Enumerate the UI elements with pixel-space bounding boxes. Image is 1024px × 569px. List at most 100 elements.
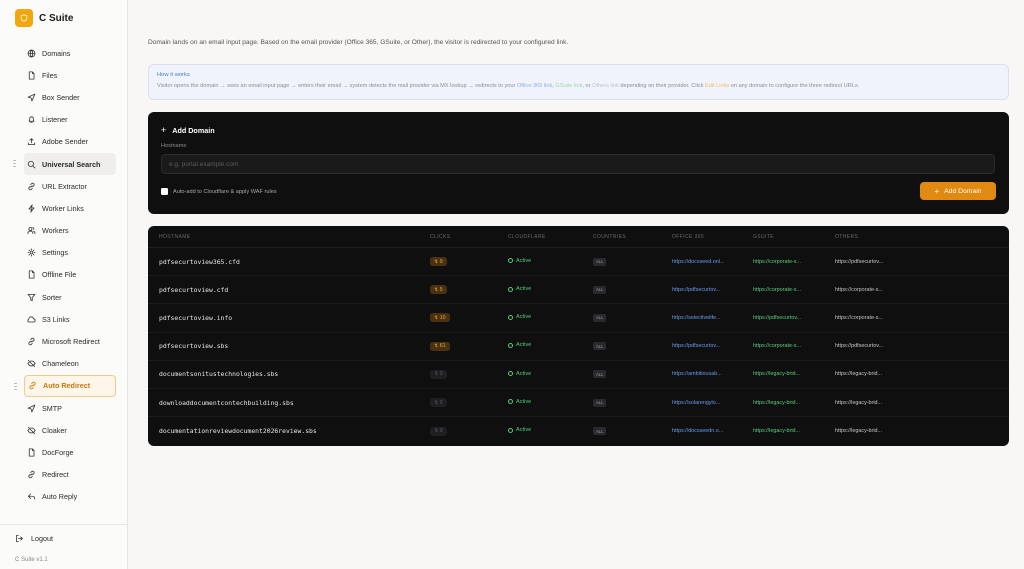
cloudflare-status: Active bbox=[508, 371, 531, 377]
cloudflare-status: Active bbox=[508, 286, 531, 292]
office365-link[interactable]: https://pdfsecurtov... bbox=[672, 343, 720, 349]
add-domain-title: Add Domain bbox=[172, 125, 215, 135]
clicks-badge: ↯ 9 bbox=[430, 257, 447, 267]
countries-badge: ALL bbox=[593, 257, 607, 266]
table-row[interactable]: pdfsecurtoview.info ↯ 10 Active ALL https://… bbox=[148, 304, 1009, 333]
sidebar-item-auto-reply[interactable]: Auto Reply bbox=[24, 486, 116, 508]
cloudflare-option[interactable]: Auto-add to Cloudflare & apply WAF rules bbox=[161, 188, 277, 195]
app-title: C Suite bbox=[39, 12, 74, 24]
others-link[interactable]: https://pdfsecurtov... bbox=[835, 259, 883, 265]
hostname-cell: pdfsecurtoview.sbs bbox=[159, 342, 229, 351]
others-link[interactable]: https://corporate-s... bbox=[835, 287, 883, 293]
drag-handle-icon[interactable] bbox=[14, 382, 17, 391]
status-dot-icon bbox=[508, 399, 513, 405]
others-link[interactable]: https://pdfsecurtov... bbox=[835, 343, 883, 349]
sidebar-item-auto-redirect[interactable]: Auto Redirect bbox=[14, 374, 116, 397]
office365-link[interactable]: https://pdfsecurtov... bbox=[672, 287, 720, 293]
file-icon bbox=[27, 448, 36, 457]
table-header: HOSTNAME CLICKS CLOUDFLARE COUNTRIES OFF… bbox=[148, 226, 1009, 248]
sidebar-item-label: SMTP bbox=[42, 403, 62, 413]
gsuite-link[interactable]: https://corporate-s... bbox=[753, 343, 801, 349]
sidebar-item-files[interactable]: Files bbox=[24, 64, 116, 86]
sidebar-item-label: Chameleon bbox=[42, 359, 79, 369]
header-countries: COUNTRIES bbox=[593, 233, 627, 240]
reply-icon bbox=[27, 492, 36, 501]
add-domain-button[interactable]: + Add Domain bbox=[920, 182, 996, 200]
clicks-badge: ↯ 5 bbox=[430, 285, 447, 295]
sidebar-item-label: Microsoft Redirect bbox=[42, 337, 100, 347]
plus-icon: + bbox=[934, 186, 940, 196]
sidebar-item-settings[interactable]: Settings bbox=[24, 242, 116, 264]
cloudflare-checkbox[interactable] bbox=[161, 188, 168, 195]
sidebar-item-universal-search[interactable]: Universal Search bbox=[13, 152, 116, 176]
sidebar-item-smtp[interactable]: SMTP bbox=[24, 397, 116, 419]
sidebar-item-cloaker[interactable]: Cloaker bbox=[24, 419, 116, 441]
countries-badge: ALL bbox=[593, 370, 607, 379]
sidebar-item-microsoft-redirect[interactable]: Microsoft Redirect bbox=[24, 330, 116, 352]
link-icon bbox=[27, 470, 36, 479]
table-row[interactable]: downloaddocumentcontechbuilding.sbs ↯ 0 Ac… bbox=[148, 389, 1009, 418]
gsuite-link[interactable]: https://pdfsecurtov... bbox=[753, 315, 801, 321]
sidebar-item-box-sender[interactable]: Box Sender bbox=[24, 86, 116, 108]
drag-handle-icon[interactable] bbox=[13, 159, 16, 168]
office365-link[interactable]: https://selectivelife... bbox=[672, 315, 721, 321]
sidebar-item-label: Sorter bbox=[42, 292, 62, 302]
table-row[interactable]: documentationreviewdocument2026review.sb… bbox=[148, 417, 1009, 445]
sidebar-item-sorter[interactable]: Sorter bbox=[24, 286, 116, 308]
sidebar-item-url-extractor[interactable]: URL Extractor bbox=[24, 175, 116, 197]
hostname-input[interactable] bbox=[161, 154, 995, 174]
domains-table: HOSTNAME CLICKS CLOUDFLARE COUNTRIES OFF… bbox=[148, 226, 1009, 446]
logout-button[interactable]: Logout bbox=[15, 534, 53, 543]
search-icon bbox=[27, 160, 36, 169]
sidebar-item-listener[interactable]: Listener bbox=[24, 109, 116, 131]
others-link[interactable]: https://legacy-brid... bbox=[835, 428, 882, 434]
clicks-value: 61 bbox=[439, 343, 446, 350]
others-link[interactable]: https://legacy-brid... bbox=[835, 400, 882, 406]
gsuite-link[interactable]: https://legacy-brid... bbox=[753, 428, 800, 434]
sidebar-item-label: URL Extractor bbox=[42, 181, 87, 191]
gsuite-link[interactable]: https://legacy-brid... bbox=[753, 371, 800, 377]
table-row[interactable]: pdfsecurtoview.sbs ↯ 61 Active ALL https://p… bbox=[148, 333, 1009, 361]
countries-badge: ALL bbox=[593, 427, 607, 436]
sidebar-item-label: Auto Reply bbox=[42, 492, 78, 502]
gsuite-link[interactable]: https://corporate-s... bbox=[753, 259, 801, 265]
sidebar-item-label: Adobe Sender bbox=[42, 137, 88, 147]
add-domain-button-label: Add Domain bbox=[944, 187, 982, 195]
clicks-value: 0 bbox=[439, 399, 443, 406]
office365-link[interactable]: https://docsseedn.o... bbox=[672, 428, 723, 434]
sidebar-item-docforge[interactable]: DocForge bbox=[24, 441, 116, 463]
sidebar-item-s3-links[interactable]: S3 Links bbox=[24, 308, 116, 330]
clicks-badge: ↯ 0 bbox=[430, 369, 447, 379]
sidebar-item-redirect[interactable]: Redirect bbox=[24, 464, 116, 486]
sidebar-item-worker-links[interactable]: Worker Links bbox=[24, 197, 116, 219]
sidebar-item-chameleon[interactable]: Chameleon bbox=[24, 353, 116, 375]
table-row[interactable]: pdfsecurtoview365.cfd ↯ 9 Active ALL https:/… bbox=[148, 248, 1009, 277]
eye-off-icon bbox=[27, 359, 36, 368]
others-link[interactable]: https://legacy-brid... bbox=[835, 371, 882, 377]
countries-badge: ALL bbox=[593, 285, 607, 294]
sidebar-item-label: Redirect bbox=[42, 470, 69, 480]
office365-link[interactable]: https://docsseed.onl... bbox=[672, 259, 724, 265]
gsuite-link[interactable]: https://legacy-brid... bbox=[753, 400, 800, 406]
sidebar-item-domains[interactable]: Domains bbox=[24, 42, 116, 64]
gsuite-link[interactable]: https://corporate-s... bbox=[753, 287, 801, 293]
table-row[interactable]: pdfsecurtoview.cfd ↯ 5 Active ALL https://pd… bbox=[148, 276, 1009, 305]
globe-icon bbox=[27, 49, 36, 58]
status-dot-icon bbox=[508, 286, 513, 292]
hostname-cell: downloaddocumentcontechbuilding.sbs bbox=[159, 398, 294, 407]
hostname-cell: pdfsecurtoview.cfd bbox=[159, 285, 229, 294]
cloudflare-status: Active bbox=[508, 258, 531, 264]
cloudflare-status-label: Active bbox=[516, 342, 532, 349]
clicks-badge: ↯ 61 bbox=[430, 341, 450, 351]
brand[interactable]: C Suite bbox=[15, 9, 73, 27]
sidebar-item-workers[interactable]: Workers bbox=[24, 220, 116, 242]
office365-link[interactable]: https://ambitiousab... bbox=[672, 371, 722, 377]
office365-link[interactable]: https://solarengylo... bbox=[672, 400, 720, 406]
users-icon bbox=[27, 226, 36, 235]
table-row[interactable]: documentsonitustechnologies.sbs ↯ 0 Active… bbox=[148, 361, 1009, 389]
others-link[interactable]: https://corporate-s... bbox=[835, 315, 883, 321]
status-dot-icon bbox=[508, 314, 513, 320]
sidebar-item-adobe-sender[interactable]: Adobe Sender bbox=[24, 131, 116, 153]
clicks-badge: ↯ 0 bbox=[430, 398, 447, 408]
sidebar-item-offline-file[interactable]: Offline File bbox=[24, 264, 116, 286]
